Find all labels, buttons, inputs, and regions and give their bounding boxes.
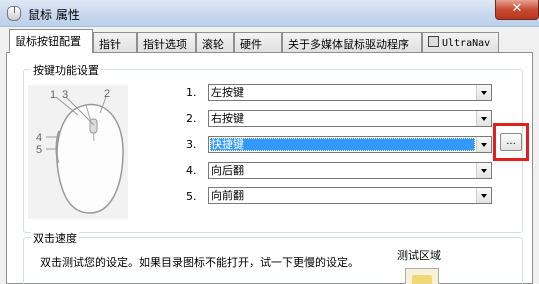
window-title: 鼠标 属性 <box>28 8 80 22</box>
chevron-down-icon[interactable] <box>476 163 491 178</box>
chevron-down-icon[interactable] <box>476 137 491 152</box>
button-1-select[interactable]: 左按键 <box>208 84 492 101</box>
callout-3: 3 <box>62 89 68 101</box>
title-bar: 鼠标 属性 ✕ <box>0 0 539 27</box>
close-button[interactable]: ✕ <box>495 0 539 20</box>
tab-pointer[interactable]: 指针 <box>93 32 137 52</box>
button-4-value: 向后翻 <box>211 164 244 177</box>
row-number-4: 4. <box>186 164 197 177</box>
button-3-value: 快捷键 <box>210 138 475 151</box>
tab-ultranav-label: UltraNav <box>442 38 491 49</box>
ultranav-icon <box>428 36 439 47</box>
mouse-wheel <box>89 118 98 134</box>
chevron-down-icon[interactable] <box>476 85 491 100</box>
row-number-5: 5. <box>186 190 197 203</box>
group-title-button-config: 按键功能设置 <box>31 62 101 78</box>
tab-ultranav[interactable]: UltraNav <box>422 32 499 52</box>
mouse-diagram: 3 1 2 4 5 <box>28 85 128 219</box>
test-area[interactable] <box>405 268 439 284</box>
button-3-select[interactable]: 快捷键 <box>208 136 492 153</box>
row-number-2: 2. <box>186 112 197 125</box>
row-number-1: 1. <box>186 86 197 99</box>
callout-2: 2 <box>104 88 110 100</box>
callout-5: 5 <box>36 144 42 156</box>
folder-icon[interactable] <box>412 275 432 284</box>
shortcut-settings-button[interactable]: ... <box>500 133 522 151</box>
group-title-double-click: 双击速度 <box>31 230 79 246</box>
tab-about-driver[interactable]: 关于多媒体鼠标驱动程序 <box>282 32 422 52</box>
button-5-select[interactable]: 向前翻 <box>208 187 492 204</box>
tab-button-config[interactable]: 鼠标按钮配置 <box>9 29 93 53</box>
callout-1: 1 <box>50 89 56 101</box>
button-2-value: 右按键 <box>211 112 244 125</box>
double-click-description: 双击测试您的设定。如果目录图标不能打开，试一下更慢的设定。 <box>40 256 359 269</box>
test-area-label: 测试区域 <box>397 249 441 262</box>
button-4-select[interactable]: 向后翻 <box>208 162 492 179</box>
chevron-down-icon[interactable] <box>476 188 491 203</box>
callout-4: 4 <box>36 132 42 144</box>
tab-pointer-options[interactable]: 指针选项 <box>137 32 196 52</box>
tab-wheel[interactable]: 滚轮 <box>196 32 234 52</box>
chevron-down-icon[interactable] <box>476 111 491 126</box>
mouse-app-icon <box>7 6 21 21</box>
button-1-value: 左按键 <box>211 86 244 99</box>
tab-hardware[interactable]: 硬件 <box>234 32 282 52</box>
row-number-3: 3. <box>186 138 197 151</box>
button-5-value: 向前翻 <box>211 189 244 202</box>
button-2-select[interactable]: 右按键 <box>208 110 492 127</box>
